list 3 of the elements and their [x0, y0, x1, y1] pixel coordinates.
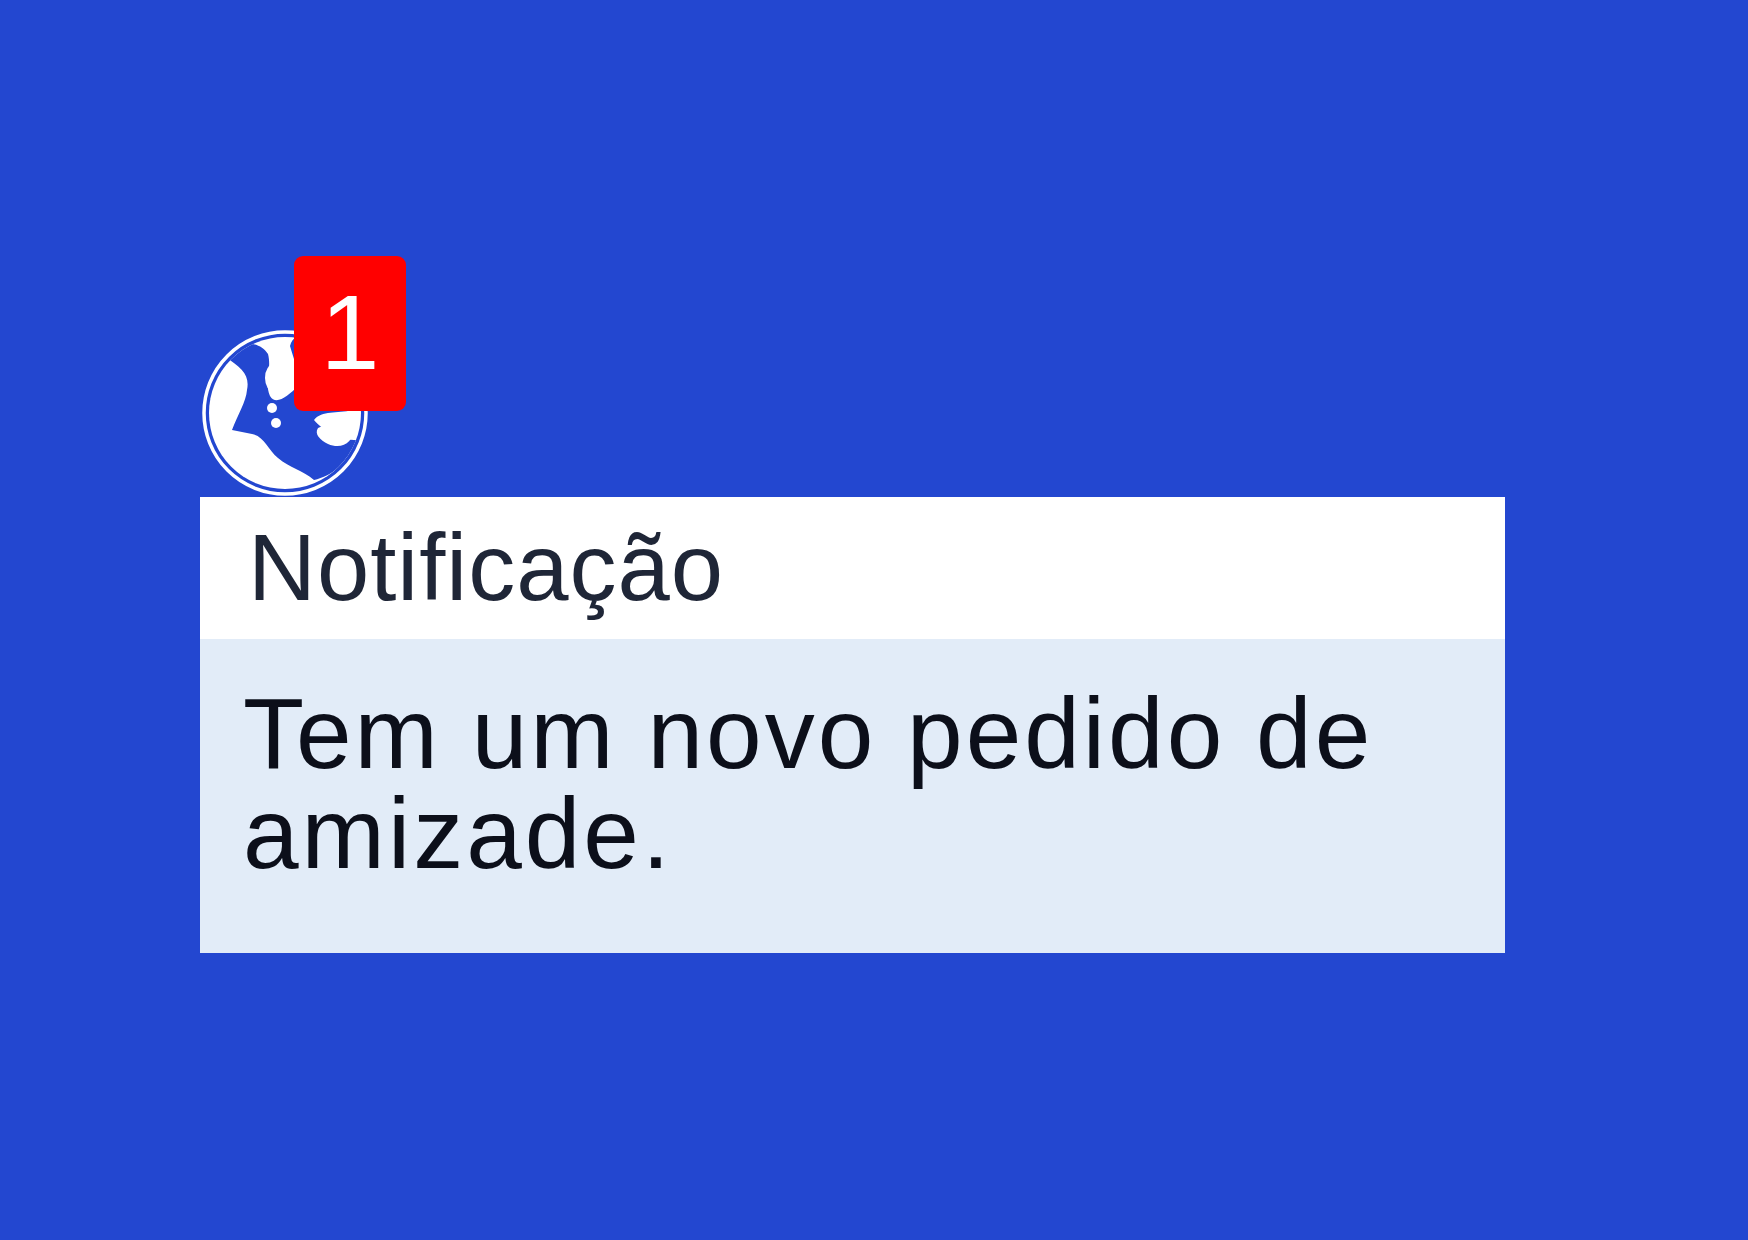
notification-count: 1 — [294, 256, 406, 411]
notification-title: Notificação — [248, 514, 724, 623]
notification-message: Tem um novo pedido de amizade. — [243, 683, 1375, 891]
